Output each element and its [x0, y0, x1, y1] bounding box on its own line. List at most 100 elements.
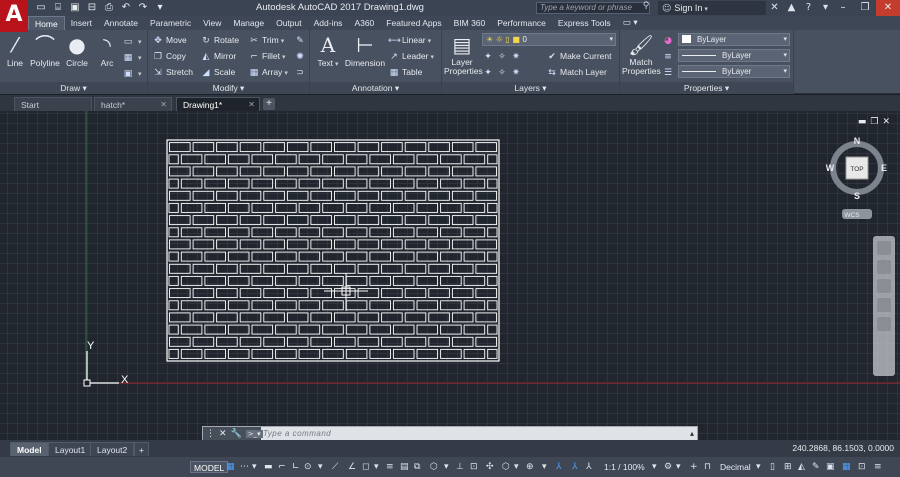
model-space-button[interactable]: MODEL	[190, 461, 229, 473]
object-snap-tracking-icon[interactable]: ∠	[348, 461, 356, 473]
infer-constraints-icon[interactable]: ▬	[264, 461, 273, 473]
offset-tool[interactable]: ⊃	[294, 65, 308, 79]
linear-dimension-tool[interactable]: ⟷Linear ▾	[388, 33, 431, 47]
tab-output[interactable]: Output	[270, 16, 308, 30]
file-tab-drawing1[interactable]: Drawing1* ✕	[176, 97, 260, 111]
layer-unlock-icon[interactable]: ✧	[496, 66, 508, 80]
units-icon[interactable]: ⊓	[704, 461, 711, 473]
scale-tool[interactable]: ◢ Scale	[200, 65, 236, 79]
minimize-icon[interactable]: –	[832, 0, 854, 16]
command-input[interactable]: Type a command	[263, 427, 331, 440]
dimension-tool[interactable]: ⊢ Dimension	[344, 32, 386, 68]
sign-in-button[interactable]: ☺ Sign In ▾	[658, 1, 766, 15]
properties-panel-title[interactable]: Properties ▾	[620, 82, 793, 94]
search-icon[interactable]: ⚲	[640, 1, 652, 14]
selection-cycling-icon[interactable]: ⧉	[414, 461, 420, 473]
exchange-icon[interactable]: ✕	[768, 1, 781, 15]
3d-osnap-dropdown-icon[interactable]: ▾	[444, 461, 449, 473]
tab-home[interactable]: Home	[28, 16, 65, 30]
scale-dropdown-icon[interactable]: ▾	[652, 461, 657, 473]
draw-panel-title[interactable]: Draw ▾	[0, 82, 147, 94]
object-snap-dropdown-icon[interactable]: ▾	[374, 461, 379, 473]
tab-insert[interactable]: Insert	[65, 16, 98, 30]
linetype-dropdown[interactable]: ByLayer ▾	[678, 49, 790, 62]
arc-tool[interactable]: ◝ Arc	[94, 32, 120, 68]
layout-tab-layout1[interactable]: Layout1	[48, 442, 93, 456]
gizmo-icon[interactable]: ✣	[486, 461, 494, 473]
ribbon-toggle-icon[interactable]: ▭ ▾	[617, 16, 644, 30]
close-tab-icon[interactable]: ✕	[248, 98, 255, 112]
region-tool[interactable]: ▣ ▾	[122, 66, 142, 80]
layout-tab-model[interactable]: Model	[10, 442, 49, 456]
lineweight-dropdown[interactable]: ByLayer ▾	[678, 65, 790, 78]
tab-express-tools[interactable]: Express Tools	[552, 16, 617, 30]
text-tool[interactable]: A Text ▾	[316, 32, 340, 68]
ucs-icon[interactable]: Y X	[83, 340, 129, 387]
new-tab-button[interactable]: +	[263, 98, 275, 110]
lineweight-toggle-icon[interactable]: ≡	[386, 461, 394, 473]
mirror-tool[interactable]: ◭ Mirror	[200, 49, 237, 63]
annotation-scale-icon[interactable]: ⅄	[586, 461, 592, 473]
match-properties-tool[interactable]: 🖌 Match Properties	[622, 32, 661, 76]
3d-osnap-icon[interactable]: ⬡	[430, 461, 438, 473]
annotation-panel-title[interactable]: Annotation ▾	[310, 82, 441, 94]
match-layer-tool[interactable]: ⇆ Match Layer	[546, 65, 607, 79]
explode-tool[interactable]: ✺	[294, 49, 308, 63]
brick-hatch[interactable]	[166, 139, 500, 362]
polyline-tool[interactable]: ⌒ Polyline	[28, 32, 62, 68]
snap-icon[interactable]: ⋯	[240, 461, 249, 473]
viewcube[interactable]: TOP N S E W WCS	[826, 136, 887, 219]
a360-icon[interactable]: ▲	[785, 1, 798, 15]
search-input[interactable]: Type a keyword or phrase	[536, 2, 650, 14]
help-dropdown-icon[interactable]: ▾	[819, 1, 832, 15]
coordinate-readout[interactable]: 240.2868, 86.1503, 0.0000	[792, 443, 894, 453]
restore-icon[interactable]: ❐	[854, 0, 876, 16]
compass-south[interactable]: S	[854, 191, 860, 201]
compass-east[interactable]: E	[881, 163, 887, 173]
annotation-autoscale-icon[interactable]: ⅄	[572, 461, 578, 473]
pan-icon[interactable]	[877, 260, 891, 274]
snap-dropdown-icon[interactable]: ▾	[252, 461, 257, 473]
modify-panel-title[interactable]: Modify ▾	[148, 82, 309, 94]
close-icon[interactable]: ✕	[219, 429, 227, 439]
layer-properties-tool[interactable]: ▤ Layer Properties	[444, 32, 483, 76]
lock-ui-icon[interactable]: ⊞	[784, 461, 792, 473]
color-dropdown[interactable]: ByLayer ▾	[678, 33, 790, 46]
graphics-performance-icon[interactable]: ▦	[842, 461, 851, 473]
isodraft-icon[interactable]: ⟋	[332, 461, 338, 473]
erase-tool[interactable]: ✎	[294, 33, 308, 47]
steering-wheel-icon[interactable]	[877, 241, 891, 255]
viewport-close-icon[interactable]: ✕	[882, 117, 890, 127]
file-tab-start[interactable]: Start	[14, 97, 92, 111]
tab-manage[interactable]: Manage	[227, 16, 270, 30]
circle-tool[interactable]: ● Circle	[64, 32, 90, 68]
tab-bim-360[interactable]: BIM 360	[448, 16, 492, 30]
units-monitor-icon[interactable]: ▾	[542, 461, 547, 473]
leader-tool[interactable]: ↗ Leader ▾	[388, 49, 434, 63]
chevron-up-icon[interactable]: ▴	[690, 427, 694, 440]
customize-icon[interactable]: 🔧	[231, 429, 242, 439]
annotation-scale-value[interactable]: 1:1 / 100%	[604, 461, 645, 473]
workspace-dropdown-icon[interactable]: ▾	[676, 461, 681, 473]
new-layout-button[interactable]: +	[134, 442, 149, 456]
hardware-acceleration-icon[interactable]: ✎	[812, 461, 820, 473]
isolate-objects-icon[interactable]: ◭	[798, 461, 805, 473]
grip-icon[interactable]: ⋮	[206, 429, 215, 439]
layer-freeze-icon[interactable]: ✷	[510, 50, 522, 64]
3d-object-icon[interactable]: ⬡	[502, 461, 510, 473]
annotation-monitor-icon[interactable]: ⊕	[526, 461, 534, 473]
command-line[interactable]: ⋮ ✕ 🔧 >_▾ Type a command ▴	[202, 426, 698, 441]
tab-a360[interactable]: A360	[348, 16, 380, 30]
drawing-viewport[interactable]: Y X TOP N S E W WCS ▬ ❐ ✕	[0, 111, 900, 440]
close-icon[interactable]: ✕	[876, 0, 900, 16]
orbit-icon[interactable]	[877, 298, 891, 312]
quick-properties-icon[interactable]: ▯	[770, 461, 775, 473]
file-tab-hatch[interactable]: hatch* ✕	[94, 97, 172, 111]
close-tab-icon[interactable]: ✕	[160, 98, 167, 112]
move-tool[interactable]: ✥ Move	[152, 33, 187, 47]
workspace-icon[interactable]: ⚙	[664, 461, 672, 473]
zoom-icon[interactable]	[877, 279, 891, 293]
showmotion-icon[interactable]	[877, 317, 891, 331]
polar-icon[interactable]: ⊙	[304, 461, 312, 473]
rotate-tool[interactable]: ↻ Rotate	[200, 33, 239, 47]
